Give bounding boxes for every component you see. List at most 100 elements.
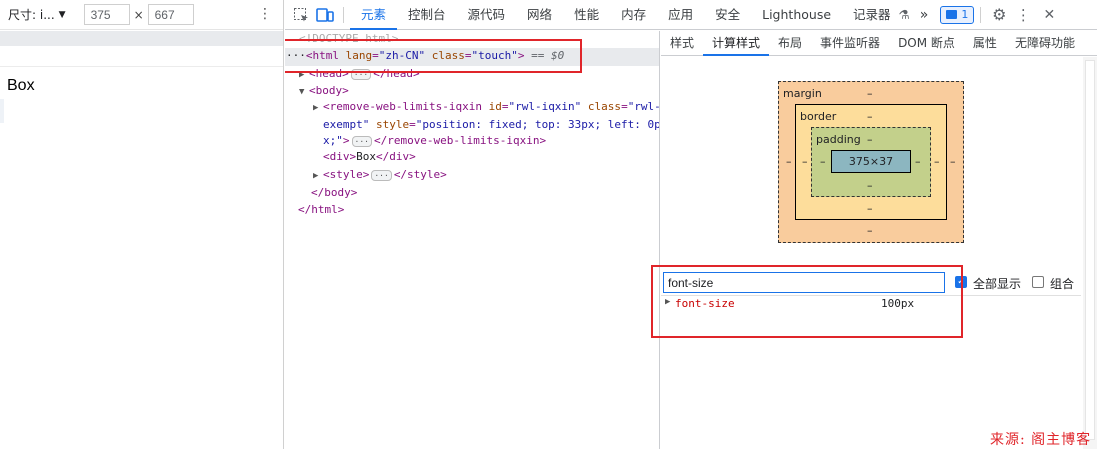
- device-toggle-icon[interactable]: [313, 3, 337, 27]
- expand-triangle-icon[interactable]: ▶: [313, 168, 323, 184]
- dom-html-close[interactable]: </html>: [298, 202, 344, 218]
- expand-triangle-icon[interactable]: ▶: [313, 100, 323, 116]
- style-open-tag: <style>: [323, 168, 370, 181]
- tab-sources[interactable]: 源代码: [457, 0, 517, 30]
- dom-body-close[interactable]: </body>: [311, 185, 357, 201]
- rwl-val-style-b: x;": [323, 134, 343, 147]
- more-tabs-icon[interactable]: »: [912, 0, 937, 30]
- margin-top-value[interactable]: –: [867, 87, 873, 100]
- message-icon: [946, 10, 958, 19]
- tab-computed[interactable]: 计算样式: [703, 31, 770, 56]
- sidebar-tabbar: 样式 计算样式 布局 事件监听器 DOM 断点 属性 无障碍功能: [661, 31, 1097, 56]
- tab-performance[interactable]: 性能: [563, 0, 610, 30]
- rwl-attr-style: style: [369, 118, 410, 131]
- tab-recorder[interactable]: 记录器 ⚗: [842, 0, 912, 30]
- tab-console[interactable]: 控制台: [397, 0, 457, 30]
- border-bottom-value[interactable]: –: [867, 202, 873, 215]
- tab-styles[interactable]: 样式: [661, 31, 703, 56]
- chevron-down-icon[interactable]: ▼: [59, 10, 66, 20]
- tab-accessibility[interactable]: 无障碍功能: [1006, 31, 1084, 56]
- more-vert-icon[interactable]: ⋮: [1011, 3, 1035, 27]
- rwl-close-tag: </remove-web-limits-iqxin>: [373, 134, 547, 147]
- border-right-value[interactable]: –: [934, 155, 940, 168]
- body-open-tag: <body>: [309, 84, 349, 97]
- dom-rwl-node-cont: exempt" style="position: fixed; top: 33p…: [323, 117, 660, 133]
- rwl-val-id: "rwl-iqxin": [508, 100, 582, 113]
- rwl-val-style-a: "position: fixed; top: 33px; left: 0p: [415, 118, 660, 131]
- show-all-label[interactable]: 全部显示: [973, 275, 1021, 292]
- tab-lighthouse[interactable]: Lighthouse: [751, 0, 842, 30]
- equals-sign: =: [621, 100, 628, 113]
- issues-count: 1: [961, 8, 969, 21]
- device-preview-pane: 尺寸: i... ▼ × ⋮ Box: [0, 0, 284, 449]
- group-checkbox[interactable]: [1032, 276, 1044, 288]
- border-left-value[interactable]: –: [802, 155, 808, 168]
- padding-left-value[interactable]: –: [820, 155, 826, 168]
- collapse-triangle-icon[interactable]: ▼: [299, 84, 309, 100]
- tab-layout[interactable]: 布局: [769, 31, 811, 56]
- tab-memory[interactable]: 内存: [610, 0, 657, 30]
- tab-event-listeners[interactable]: 事件监听器: [811, 31, 889, 56]
- hover-highlight: [0, 99, 4, 123]
- separator: [980, 6, 982, 23]
- div-text: Box: [356, 150, 376, 163]
- padding-label: padding: [816, 133, 861, 146]
- collapsed-ellipsis[interactable]: ···: [351, 135, 372, 147]
- tab-properties[interactable]: 属性: [964, 31, 1006, 56]
- dom-style-node[interactable]: ▶ <style> ··· </style>: [313, 167, 447, 184]
- times-sign: ×: [133, 7, 144, 22]
- dom-div-node[interactable]: <div>Box</div>: [323, 149, 416, 165]
- rwl-open-tag: <remove-web-limits-iqxin: [323, 100, 482, 113]
- flask-icon: ⚗: [898, 6, 910, 22]
- tab-network[interactable]: 网络: [516, 0, 563, 30]
- ruler-bar: [0, 46, 283, 67]
- scrollbar-thumb[interactable]: [1085, 60, 1095, 440]
- dom-body-node[interactable]: ▼ <body>: [299, 83, 349, 100]
- separator: [343, 6, 344, 23]
- dom-rwl-node[interactable]: ▶ <remove-web-limits-iqxin id = "rwl-iqxin"…: [313, 99, 659, 116]
- margin-bottom-value[interactable]: –: [867, 224, 873, 237]
- height-input[interactable]: [147, 4, 194, 25]
- page-box-text: Box: [7, 77, 35, 94]
- tag-bracket: >: [342, 134, 350, 147]
- margin-right-value[interactable]: –: [950, 155, 956, 168]
- rwl-val-class-b: exempt": [323, 118, 370, 131]
- devtools-tabbar: 元素 控制台 源代码 网络 性能 内存 应用 安全 Lighthouse 记录器…: [285, 0, 1097, 30]
- inspect-element-icon[interactable]: [289, 3, 313, 27]
- padding-top-value[interactable]: –: [867, 133, 873, 146]
- annotation-highlight-box: [285, 39, 582, 73]
- padding-bottom-value[interactable]: –: [867, 179, 873, 192]
- tab-security[interactable]: 安全: [704, 0, 751, 30]
- more-options-icon[interactable]: ⋮: [258, 6, 272, 22]
- div-open-tag: <div>: [323, 150, 357, 163]
- dom-rwl-node-end: x;"> ··· </remove-web-limits-iqxin>: [323, 133, 546, 149]
- margin-left-value[interactable]: –: [786, 155, 792, 168]
- tab-application[interactable]: 应用: [657, 0, 704, 30]
- body-close-tag: </body>: [311, 186, 358, 199]
- source-watermark: 来源: 阁主博客: [990, 432, 1092, 448]
- box-model-content[interactable]: 375×37: [831, 150, 911, 173]
- width-input[interactable]: [83, 4, 130, 25]
- tab-dom-breakpoints[interactable]: DOM 断点: [889, 31, 964, 56]
- border-label: border: [800, 110, 837, 123]
- style-close-tag: </style>: [393, 168, 447, 181]
- div-close-tag: </div>: [376, 150, 416, 163]
- dimensions-dropdown[interactable]: 尺寸: i...: [8, 6, 55, 23]
- border-top-value[interactable]: –: [867, 110, 873, 123]
- issues-badge[interactable]: 1: [940, 5, 975, 24]
- tab-elements[interactable]: 元素: [350, 0, 398, 30]
- media-query-ruler[interactable]: [0, 31, 283, 46]
- annotation-highlight-box: [651, 265, 963, 338]
- close-icon[interactable]: ✕: [1037, 3, 1061, 27]
- rwl-attr-id: id: [481, 100, 502, 113]
- html-close-tag: </html>: [298, 203, 345, 216]
- group-label[interactable]: 组合: [1050, 275, 1074, 292]
- equals-sign: =: [409, 118, 416, 131]
- padding-right-value[interactable]: –: [915, 155, 921, 168]
- rwl-attr-class: class: [581, 100, 622, 113]
- tab-recorder-label: 记录器: [853, 6, 891, 22]
- margin-label: margin: [783, 87, 822, 100]
- collapsed-ellipsis[interactable]: ···: [371, 169, 392, 181]
- settings-gear-icon[interactable]: ⚙: [987, 3, 1011, 27]
- device-toolbar: 尺寸: i... ▼ × ⋮: [0, 0, 283, 30]
